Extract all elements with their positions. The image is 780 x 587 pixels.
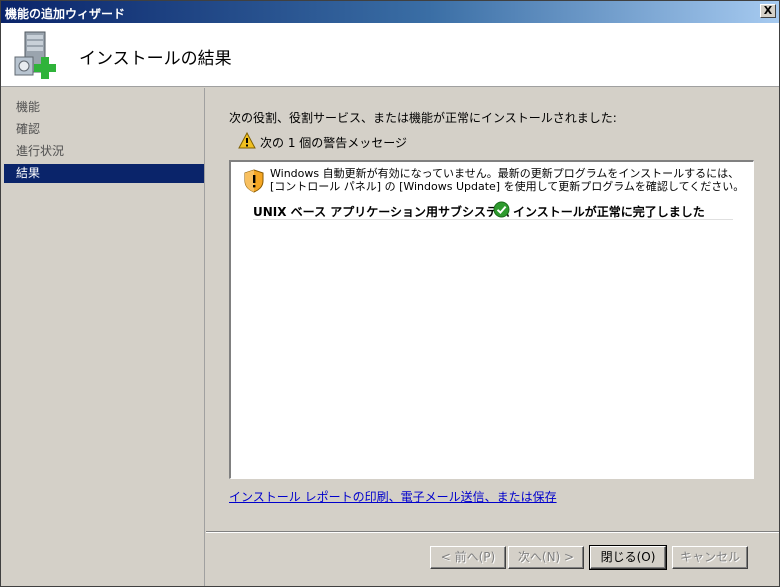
check-circle-icon <box>493 201 510 218</box>
wizard-footer: < 前へ(P) 次へ(N) > 閉じる(O) キャンセル <box>206 531 779 586</box>
summary-text: 次の役割、役割サービス、または機能が正常にインストールされました: <box>229 111 617 125</box>
nav-item-features: 機能 <box>16 100 41 114</box>
results-list[interactable]: Windows 自動更新が有効になっていません。最新の更新プログラムをインストー… <box>229 160 754 479</box>
title-bar[interactable]: 機能の追加ウィザード X <box>1 1 779 23</box>
warning-count-text: 次の 1 個の警告メッセージ <box>260 136 408 150</box>
result-row: UNIX ベース アプリケーション用サブシステム インストールが正常に完了しまし… <box>253 200 733 220</box>
report-link[interactable]: インストール レポートの印刷、電子メール送信、または保存 <box>229 488 557 505</box>
warning-message-text: Windows 自動更新が有効になっていません。最新の更新プログラムをインストー… <box>270 167 745 193</box>
warning-icon <box>238 132 256 149</box>
close-window-button[interactable]: X <box>760 4 776 18</box>
wizard-steps-nav: 機能 確認 進行状況 結果 <box>1 88 205 586</box>
shield-warning-icon <box>244 169 264 193</box>
previous-button[interactable]: < 前へ(P) <box>430 546 506 569</box>
feature-name: UNIX ベース アプリケーション用サブシステム <box>253 205 510 219</box>
next-button[interactable]: 次へ(N) > <box>508 546 584 569</box>
install-status: インストールが正常に完了しました <box>513 205 705 219</box>
wizard-window: 機能の追加ウィザード X インストールの結果 機能 確認 進行状況 結果 次の役… <box>0 0 780 587</box>
results-content: 次の役割、役割サービス、または機能が正常にインストールされました: 次の 1 個… <box>206 88 779 530</box>
close-button[interactable]: 閉じる(O) <box>589 545 667 570</box>
wizard-header: インストールの結果 <box>1 23 779 87</box>
nav-item-results: 結果 <box>4 164 204 183</box>
nav-item-progress: 進行状況 <box>16 144 65 158</box>
page-title: インストールの結果 <box>79 49 232 69</box>
nav-item-confirm: 確認 <box>16 122 41 136</box>
server-add-icon <box>14 31 56 79</box>
cancel-button[interactable]: キャンセル <box>672 546 748 569</box>
window-title: 機能の追加ウィザード <box>5 7 126 21</box>
